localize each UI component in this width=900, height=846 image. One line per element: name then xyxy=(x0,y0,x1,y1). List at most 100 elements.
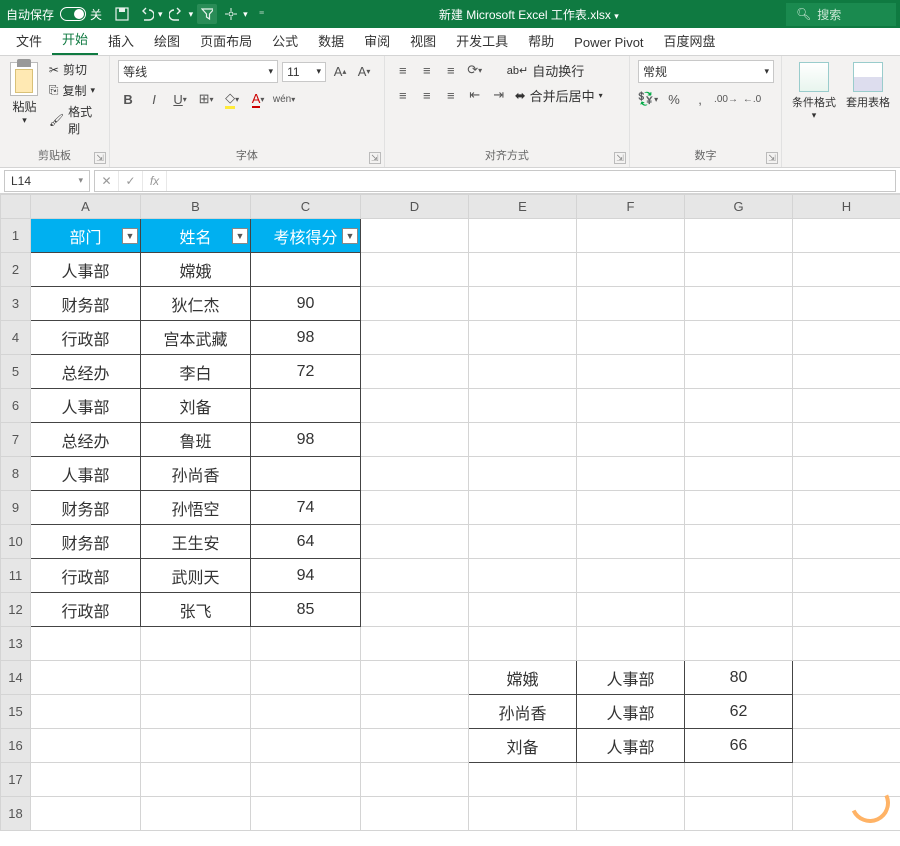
cut-button[interactable]: ✂剪切 xyxy=(47,60,101,79)
cell[interactable] xyxy=(469,593,577,627)
cell[interactable]: 总经办 xyxy=(31,423,141,457)
filter-dropdown-icon[interactable]: ▼ xyxy=(122,228,138,244)
touch-mode-icon[interactable] xyxy=(221,4,241,24)
border-icon[interactable]: ⊞▾ xyxy=(196,89,216,109)
cell[interactable] xyxy=(469,389,577,423)
formula-bar[interactable]: ✕ ✓ fx xyxy=(94,170,896,192)
increase-font-icon[interactable]: A▴ xyxy=(330,62,350,82)
comma-icon[interactable]: , xyxy=(690,89,710,109)
cell[interactable] xyxy=(469,763,577,797)
tab-draw[interactable]: 绘图 xyxy=(144,25,190,55)
conditional-format-button[interactable]: 条件格式▾ xyxy=(790,60,838,121)
cell[interactable] xyxy=(469,797,577,831)
cell[interactable]: 行政部 xyxy=(31,593,141,627)
cell[interactable] xyxy=(577,423,685,457)
cell[interactable] xyxy=(577,287,685,321)
cell[interactable] xyxy=(793,389,900,423)
tab-view[interactable]: 视图 xyxy=(400,25,446,55)
cell[interactable] xyxy=(577,525,685,559)
cell[interactable] xyxy=(251,763,361,797)
decrease-font-icon[interactable]: A▾ xyxy=(354,62,374,82)
cell[interactable] xyxy=(141,695,251,729)
col-header[interactable]: F xyxy=(577,195,685,219)
align-launcher-icon[interactable]: ⇲ xyxy=(614,152,626,164)
cell[interactable]: 武则天 xyxy=(141,559,251,593)
tab-pivot[interactable]: Power Pivot xyxy=(564,29,653,55)
cell[interactable]: 62 xyxy=(685,695,793,729)
cell[interactable]: 80 xyxy=(685,661,793,695)
fill-color-icon[interactable]: ◇▾ xyxy=(222,89,242,109)
cell[interactable] xyxy=(577,797,685,831)
tab-insert[interactable]: 插入 xyxy=(98,25,144,55)
cell[interactable] xyxy=(577,253,685,287)
cell[interactable]: 94 xyxy=(251,559,361,593)
cell[interactable]: 人事部 xyxy=(31,457,141,491)
font-name-select[interactable]: 等线▾ xyxy=(118,60,278,83)
cell[interactable]: 狄仁杰 xyxy=(141,287,251,321)
cell[interactable]: 财务部 xyxy=(31,287,141,321)
cell[interactable] xyxy=(361,797,469,831)
cell[interactable] xyxy=(685,253,793,287)
redo-dropdown-icon[interactable]: ▾ xyxy=(189,9,194,20)
cell[interactable] xyxy=(141,797,251,831)
cell[interactable] xyxy=(361,457,469,491)
cell[interactable] xyxy=(793,593,900,627)
decrease-decimal-icon[interactable]: ←.0 xyxy=(742,89,762,109)
cell[interactable] xyxy=(469,559,577,593)
cell[interactable] xyxy=(793,287,900,321)
cell[interactable]: 64 xyxy=(251,525,361,559)
number-launcher-icon[interactable]: ⇲ xyxy=(766,152,778,164)
cell[interactable] xyxy=(469,457,577,491)
align-top-icon[interactable]: ≡ xyxy=(393,60,413,80)
col-header[interactable]: D xyxy=(361,195,469,219)
cell[interactable]: 人事部 xyxy=(577,729,685,763)
cell[interactable] xyxy=(577,219,685,253)
cell[interactable] xyxy=(251,253,361,287)
align-middle-icon[interactable]: ≡ xyxy=(417,60,437,80)
cell[interactable]: 66 xyxy=(685,729,793,763)
formula-input[interactable] xyxy=(167,178,895,184)
underline-icon[interactable]: U▾ xyxy=(170,89,190,109)
cell[interactable] xyxy=(793,661,900,695)
cell[interactable] xyxy=(685,457,793,491)
cell[interactable]: 财务部 xyxy=(31,491,141,525)
cell[interactable] xyxy=(793,355,900,389)
row-header[interactable]: 7 xyxy=(1,423,31,457)
cell[interactable] xyxy=(793,525,900,559)
format-painter-button[interactable]: 🖌格式刷 xyxy=(47,102,101,138)
cell[interactable] xyxy=(469,321,577,355)
paste-button[interactable]: 粘贴 ▾ xyxy=(8,60,41,126)
cell[interactable] xyxy=(31,695,141,729)
phonetic-icon[interactable]: wén▾ xyxy=(274,89,294,109)
number-format-select[interactable]: 常规▾ xyxy=(638,60,774,83)
cell[interactable] xyxy=(361,559,469,593)
font-color-icon[interactable]: A▾ xyxy=(248,89,268,109)
currency-icon[interactable]: 💱▾ xyxy=(638,89,658,109)
tab-review[interactable]: 审阅 xyxy=(354,25,400,55)
cell[interactable] xyxy=(361,219,469,253)
cell[interactable]: 部门▼ xyxy=(31,219,141,253)
cell[interactable] xyxy=(793,219,900,253)
cell[interactable] xyxy=(685,763,793,797)
tab-dev[interactable]: 开发工具 xyxy=(446,25,518,55)
cell[interactable] xyxy=(251,627,361,661)
save-icon[interactable] xyxy=(112,4,132,24)
align-center-icon[interactable]: ≡ xyxy=(417,85,437,105)
row-header[interactable]: 10 xyxy=(1,525,31,559)
cell[interactable] xyxy=(577,321,685,355)
cell[interactable] xyxy=(685,219,793,253)
col-header[interactable]: E xyxy=(469,195,577,219)
qat-more-icon[interactable]: ⁼ xyxy=(252,4,272,24)
cell[interactable] xyxy=(793,253,900,287)
col-header[interactable]: A xyxy=(31,195,141,219)
redo-icon[interactable] xyxy=(167,4,187,24)
cell[interactable] xyxy=(685,797,793,831)
autosave-toggle[interactable] xyxy=(60,7,86,21)
row-header[interactable]: 2 xyxy=(1,253,31,287)
cell[interactable] xyxy=(577,763,685,797)
cell[interactable] xyxy=(685,355,793,389)
cell[interactable]: 刘备 xyxy=(469,729,577,763)
cell[interactable] xyxy=(793,559,900,593)
qat-dropdown-icon[interactable]: ▾ xyxy=(243,9,248,20)
row-header[interactable]: 14 xyxy=(1,661,31,695)
